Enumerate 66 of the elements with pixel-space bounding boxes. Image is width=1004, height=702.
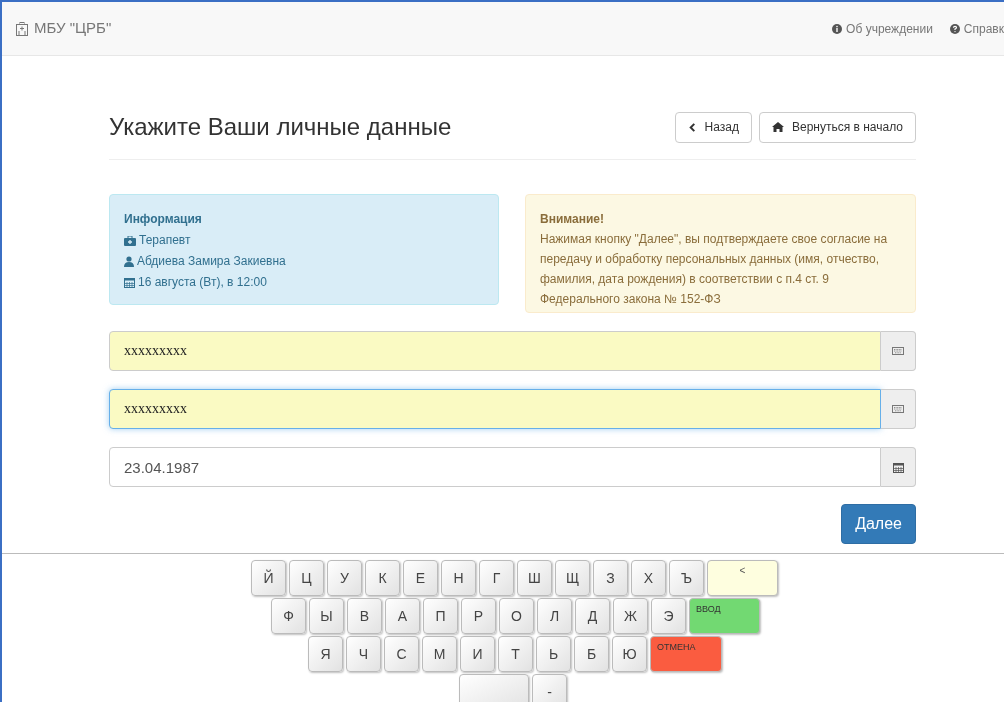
next-button[interactable]: Далее (841, 504, 916, 544)
keyboard-key[interactable]: З (593, 560, 628, 596)
keyboard-key[interactable]: П (423, 598, 458, 634)
keyboard-key[interactable]: Я (308, 636, 343, 672)
keyboard-key[interactable]: Й (251, 560, 286, 596)
keyboard-key[interactable]: К (365, 560, 400, 596)
keyboard-key[interactable]: Ъ (669, 560, 704, 596)
keyboard-key[interactable]: Щ (555, 560, 590, 596)
help-icon (949, 23, 960, 34)
back-button[interactable]: Назад (674, 111, 752, 143)
keyboard-key[interactable]: О (499, 598, 534, 634)
keyboard-key[interactable]: - (532, 674, 567, 702)
home-button[interactable]: Вернуться в начало (758, 111, 916, 143)
text-field[interactable]: 23.04.1987 (109, 447, 881, 487)
text-field[interactable]: xxxxxxxxx (109, 389, 881, 429)
backspace-key[interactable]: < (707, 560, 778, 596)
keyboard-key[interactable]: Ж (613, 598, 648, 634)
keyboard-key[interactable]: И (460, 636, 495, 672)
keyboard-key[interactable]: С (384, 636, 419, 672)
keyboard-key[interactable]: М (422, 636, 457, 672)
warning-text: Нажимая кнопку "Далее", вы подтверждаете свое согласие на передачу и обработку персональных данных (имя, отчество, фамилия, дата рождения) в соответствии с п.4 ст. 9 Федерального закона № 152-ФЗ (540, 231, 889, 308)
info-line: Абдиева Замира Закиевна (124, 251, 484, 272)
keyboard-key[interactable]: Р (461, 598, 496, 634)
keyboard-key[interactable]: Х (631, 560, 666, 596)
keyboard-key[interactable]: Д (575, 598, 610, 634)
info-line: Терапевт (124, 230, 484, 251)
keyboard-button[interactable] (881, 389, 916, 429)
keyboard-key[interactable]: У (327, 560, 362, 596)
calendar-icon (124, 277, 135, 288)
brand-link[interactable]: МБУ "ЦРБ" (16, 17, 112, 40)
text-field[interactable]: xxxxxxxxx (109, 331, 881, 371)
keyboard-key[interactable]: Н (441, 560, 476, 596)
medkit-icon (124, 235, 136, 246)
info-title: Информация (124, 211, 203, 228)
keyboard-icon (892, 405, 904, 413)
keyboard-key[interactable]: Е (403, 560, 438, 596)
keyboard-key[interactable]: Ю (612, 636, 647, 672)
chevron-left-icon (687, 122, 697, 132)
keyboard-key[interactable]: Э (651, 598, 686, 634)
warning-title: Внимание! (540, 211, 605, 228)
keyboard-key[interactable]: А (385, 598, 420, 634)
keyboard-key[interactable]: Ь (536, 636, 571, 672)
keyboard-key[interactable]: Ц (289, 560, 324, 596)
keyboard-key[interactable]: Т (498, 636, 533, 672)
info-line: 16 августа (Вт), в 12:00 (124, 272, 484, 293)
page-title: Укажите Ваши личные данные (109, 112, 452, 142)
keyboard-key[interactable]: Б (574, 636, 609, 672)
info-icon (832, 23, 843, 34)
keyboard-key[interactable]: Ч (346, 636, 381, 672)
calendar-icon (892, 461, 904, 473)
keyboard-icon (892, 347, 904, 355)
keyboard-button[interactable] (881, 331, 916, 371)
calendar-button[interactable] (881, 447, 916, 487)
keyboard-key[interactable]: В (347, 598, 382, 634)
enter-key[interactable]: ВВОД (689, 598, 760, 634)
keyboard-key[interactable]: Г (479, 560, 514, 596)
cancel-key[interactable]: ОТМЕНА (650, 636, 722, 672)
keyboard-key[interactable]: Л (537, 598, 572, 634)
keyboard-key[interactable]: Ф (271, 598, 306, 634)
nav-link[interactable]: Об учреждении (832, 19, 933, 38)
user-icon (124, 256, 134, 267)
nav-link[interactable]: Справк (949, 19, 1004, 38)
hospital-icon (16, 21, 28, 36)
keyboard-key[interactable]: Ш (517, 560, 552, 596)
home-icon (771, 122, 784, 132)
keyboard-key[interactable]: Ы (309, 598, 344, 634)
